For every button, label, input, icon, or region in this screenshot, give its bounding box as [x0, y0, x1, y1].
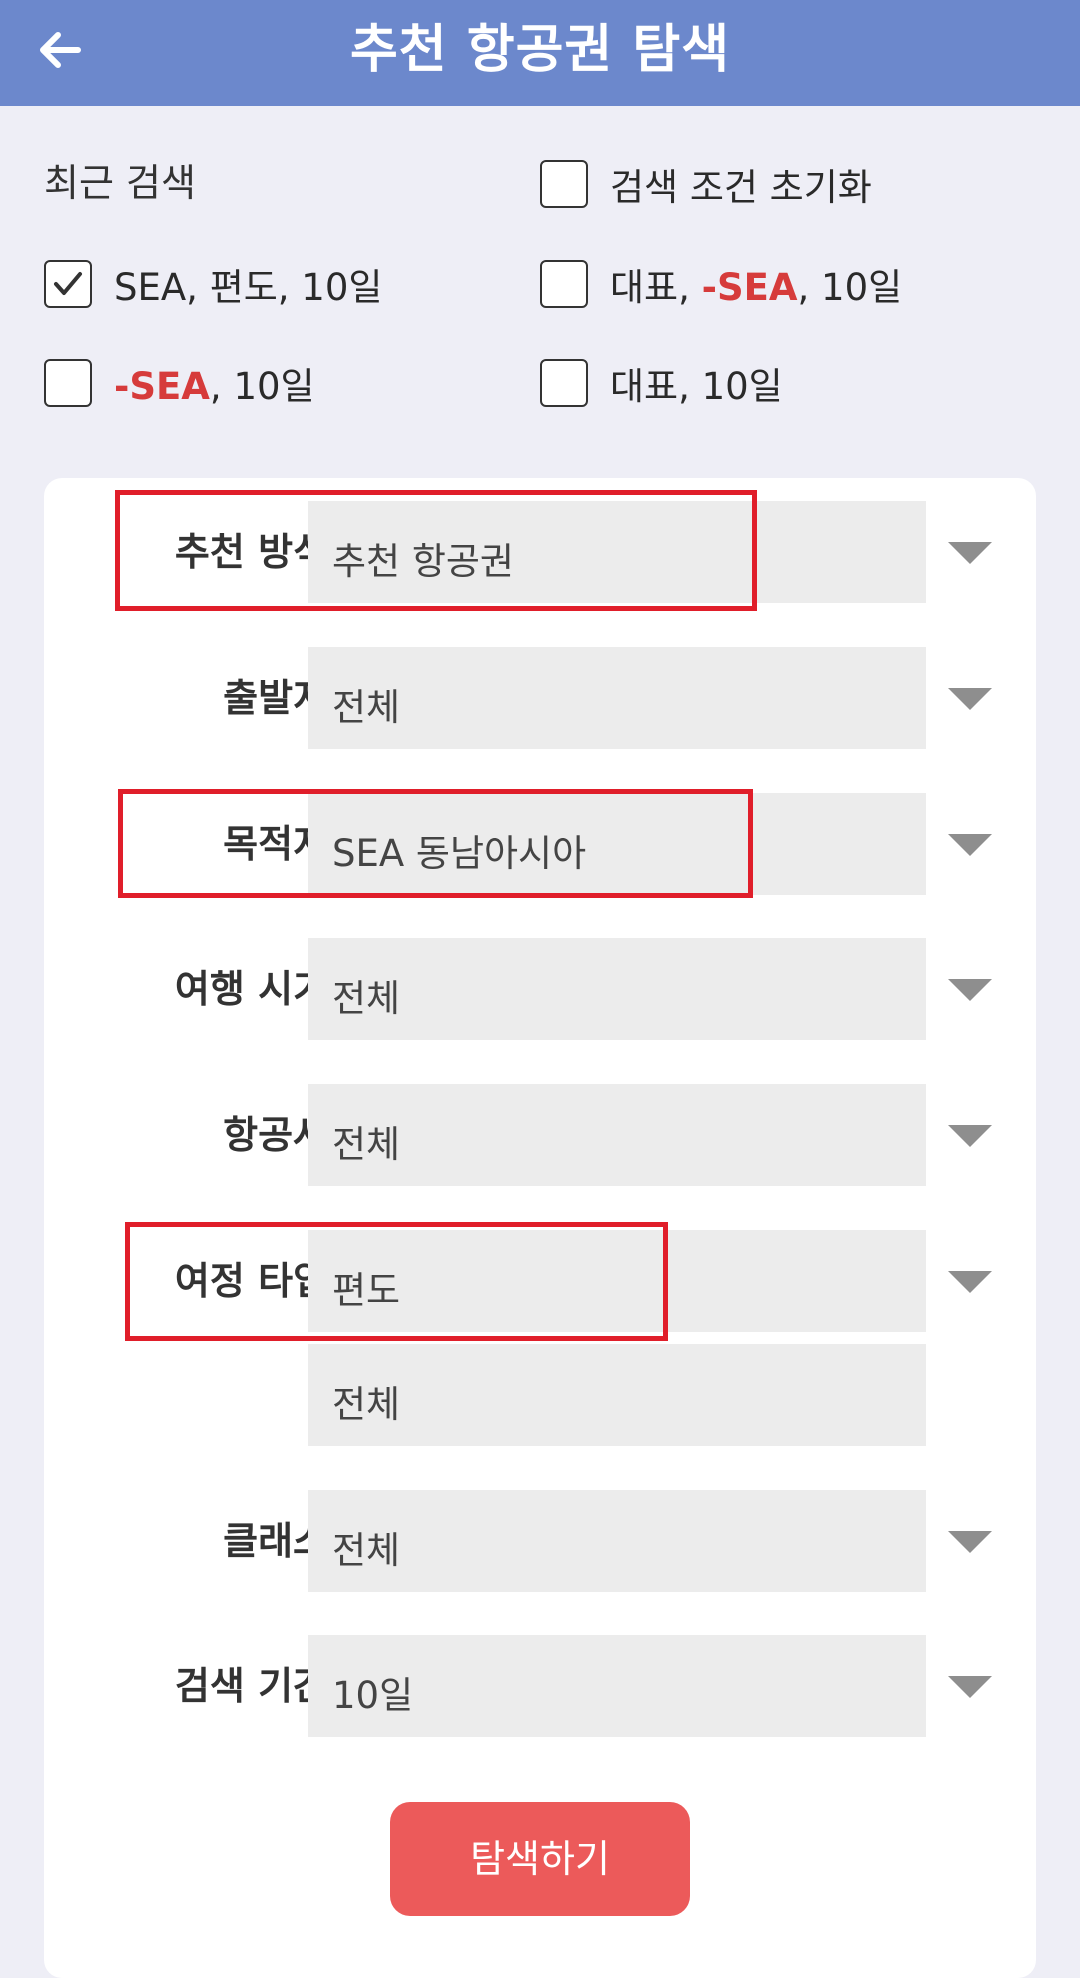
- class-row: 클래스 전체: [44, 1490, 1036, 1592]
- trip-type-sub-value: 전체: [332, 1383, 401, 1426]
- method-label: 추천 방식: [174, 530, 328, 574]
- reset-filters-checkbox[interactable]: 검색 조건 초기화: [540, 157, 872, 211]
- trip-type-label: 여정 타입: [174, 1259, 328, 1303]
- caret-down-icon[interactable]: [948, 688, 992, 710]
- destination-value: SEA 동남아시아: [332, 832, 587, 875]
- method-row: 추천 방식 추천 항공권: [44, 501, 1036, 603]
- destination-row: 목적지 SEA 동남아시아: [44, 793, 1036, 895]
- recent-search-item-3[interactable]: -SEA, 10일: [44, 356, 315, 410]
- travel-period-value: 전체: [332, 977, 401, 1020]
- caret-down-icon[interactable]: [948, 542, 992, 564]
- trip-type-sub-row: 전체: [44, 1344, 1036, 1446]
- recent-search-item-2[interactable]: 대표, -SEA, 10일: [540, 257, 902, 311]
- recent-search-item-label: 대표, -SEA, 10일: [610, 266, 903, 309]
- travel-period-label: 여행 시기: [174, 967, 328, 1011]
- checkbox-box[interactable]: [540, 260, 588, 308]
- trip-type-value: 편도: [332, 1269, 401, 1312]
- caret-down-icon[interactable]: [948, 979, 992, 1001]
- method-value: 추천 항공권: [332, 540, 514, 583]
- trip-type-row: 여정 타입 편도: [44, 1230, 1036, 1332]
- trip-type-sub-select[interactable]: 전체: [308, 1344, 926, 1446]
- app-header: 추천 항공권 탐색: [0, 0, 1080, 106]
- search-button[interactable]: 탐색하기: [390, 1802, 690, 1916]
- recent-search-item-label: -SEA, 10일: [114, 365, 315, 408]
- trip-type-select[interactable]: 편도: [308, 1230, 926, 1332]
- class-select[interactable]: 전체: [308, 1490, 926, 1592]
- origin-value: 전체: [332, 686, 401, 729]
- search-range-label: 검색 기간: [174, 1664, 328, 1708]
- checkbox-box[interactable]: [540, 160, 588, 208]
- travel-period-select[interactable]: 전체: [308, 938, 926, 1040]
- checkbox-box[interactable]: [44, 359, 92, 407]
- reset-filters-label: 검색 조건 초기화: [610, 166, 872, 209]
- airline-value: 전체: [332, 1123, 401, 1166]
- search-form-card: 추천 방식 추천 항공권 출발지 전체 목적지 SEA 동남아시아 여행 시기 …: [44, 478, 1036, 1978]
- recent-search-item-label: 대표, 10일: [610, 365, 783, 408]
- origin-select[interactable]: 전체: [308, 647, 926, 749]
- recent-search-label: 최근 검색: [44, 161, 196, 205]
- search-range-value: 10일: [332, 1674, 414, 1717]
- caret-down-icon[interactable]: [948, 1125, 992, 1147]
- origin-row: 출발지 전체: [44, 647, 1036, 749]
- caret-down-icon[interactable]: [948, 1676, 992, 1698]
- checkbox-box[interactable]: [540, 359, 588, 407]
- caret-down-icon[interactable]: [948, 834, 992, 856]
- checkmark-icon: [54, 272, 82, 295]
- method-select[interactable]: 추천 항공권: [308, 501, 926, 603]
- destination-select[interactable]: SEA 동남아시아: [308, 793, 926, 895]
- checkbox-box[interactable]: [44, 260, 92, 308]
- page-title: 추천 항공권 탐색: [349, 20, 731, 80]
- caret-down-icon[interactable]: [948, 1271, 992, 1293]
- travel-period-row: 여행 시기 전체: [44, 938, 1036, 1040]
- airline-select[interactable]: 전체: [308, 1084, 926, 1186]
- caret-down-icon[interactable]: [948, 1531, 992, 1553]
- search-range-row: 검색 기간 10일: [44, 1635, 1036, 1737]
- recent-search-item-label: SEA, 편도, 10일: [114, 266, 383, 309]
- search-range-select[interactable]: 10일: [308, 1635, 926, 1737]
- airline-row: 항공사 전체: [44, 1084, 1036, 1186]
- recent-search-item-1[interactable]: SEA, 편도, 10일: [44, 257, 382, 311]
- class-value: 전체: [332, 1529, 401, 1572]
- recent-search-item-4[interactable]: 대표, 10일: [540, 356, 783, 410]
